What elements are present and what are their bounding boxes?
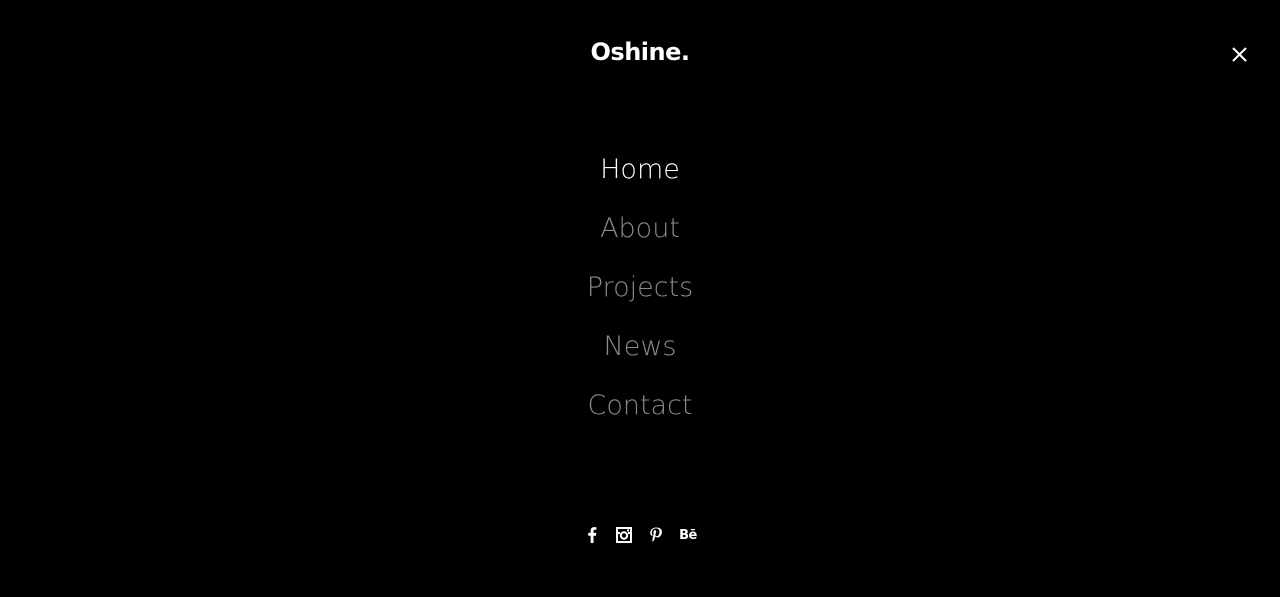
close-icon xyxy=(1232,47,1247,62)
facebook-link[interactable] xyxy=(583,524,601,546)
nav-link-about[interactable]: About xyxy=(600,213,680,244)
facebook-icon xyxy=(588,527,597,543)
instagram-link[interactable] xyxy=(615,524,633,546)
nav-item-about[interactable]: About xyxy=(0,202,1280,261)
nav-item-news[interactable]: News xyxy=(0,320,1280,379)
main-navigation: Home About Projects News Contact xyxy=(0,143,1280,438)
nav-link-projects[interactable]: Projects xyxy=(587,272,693,303)
behance-icon: Bē xyxy=(679,527,697,543)
nav-item-contact[interactable]: Contact xyxy=(0,379,1280,438)
nav-link-news[interactable]: News xyxy=(604,331,677,362)
instagram-icon xyxy=(616,527,632,543)
nav-link-home[interactable]: Home xyxy=(600,154,680,185)
close-menu-button[interactable] xyxy=(1227,42,1251,66)
social-links: Bē xyxy=(0,524,1280,546)
pinterest-link[interactable] xyxy=(647,524,665,546)
pinterest-icon xyxy=(650,527,662,542)
site-logo[interactable]: Oshine. xyxy=(0,36,1280,68)
behance-link[interactable]: Bē xyxy=(679,524,697,546)
nav-item-projects[interactable]: Projects xyxy=(0,261,1280,320)
nav-item-home[interactable]: Home xyxy=(0,143,1280,202)
nav-link-contact[interactable]: Contact xyxy=(587,390,692,421)
